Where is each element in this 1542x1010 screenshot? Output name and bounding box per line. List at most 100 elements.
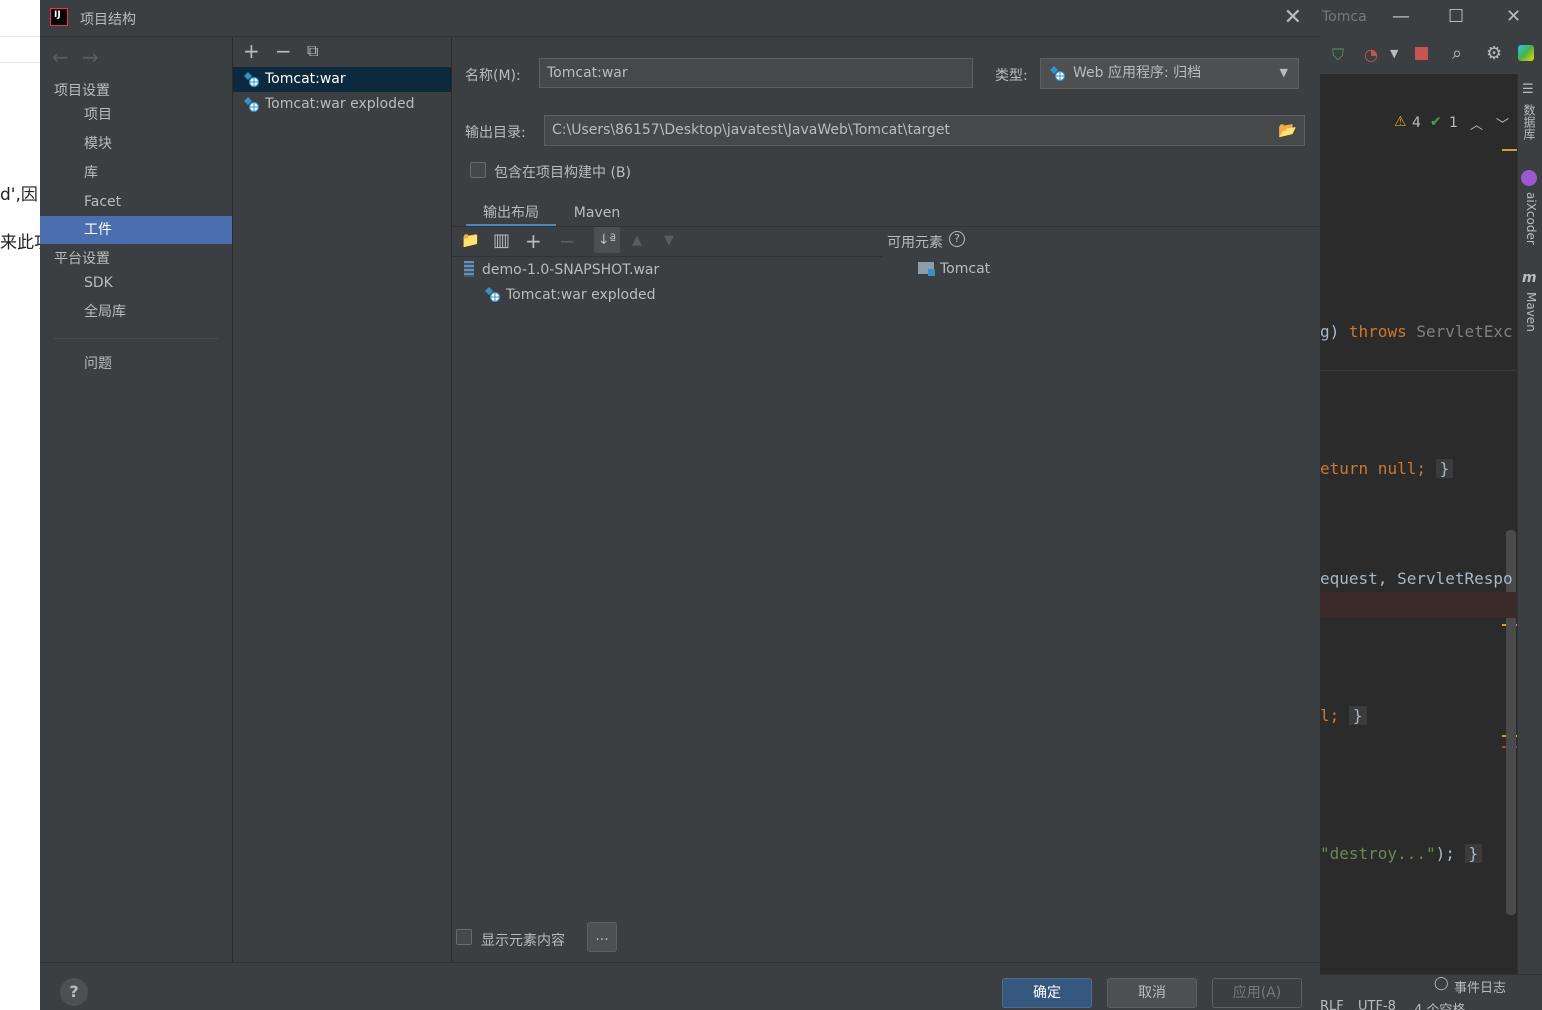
error-stripe-mark[interactable] [1502, 149, 1518, 151]
help-icon[interactable]: ? [949, 231, 965, 247]
layout-toolbar-divider [452, 256, 882, 257]
nav-item-global-libraries[interactable]: 全局库 [40, 298, 232, 326]
chevron-down-icon: ▼ [1279, 66, 1288, 79]
move-down-icon[interactable]: ▼ [664, 233, 674, 248]
line-separator[interactable]: RLF [1320, 999, 1344, 1010]
forward-arrow-icon[interactable]: → [82, 45, 99, 69]
web-archive-icon [1050, 66, 1065, 81]
stop-icon[interactable] [1415, 47, 1428, 60]
chevron-down-icon[interactable]: ▼ [1390, 47, 1398, 60]
layout-root-item[interactable]: demo-1.0-SNAPSHOT.war [464, 261, 659, 278]
tool-window-aixcoder[interactable]: aiXcoder [1522, 192, 1538, 245]
indent-setting[interactable]: 4 个空格 [1414, 999, 1465, 1010]
code-line: equest, ServletRespo [1320, 569, 1513, 588]
code-line: l; } [1320, 706, 1367, 725]
dialog-titlebar: IJ 项目结构 ✕ [40, 0, 1320, 37]
available-item-label: Tomcat [940, 261, 991, 277]
gear-icon[interactable]: ⚙ [1486, 43, 1502, 64]
code-line: eturn null; } [1320, 459, 1454, 478]
aixcoder-icon[interactable] [1521, 170, 1537, 186]
nav-item-facets[interactable]: Facet [40, 188, 232, 216]
dialog-title: 项目结构 [80, 12, 136, 28]
tab-output-layout[interactable]: 输出布局 [466, 201, 556, 227]
close-icon[interactable]: ✕ [1506, 6, 1521, 27]
chevron-up-icon[interactable]: ︿ [1470, 114, 1483, 133]
divider [0, 62, 40, 63]
more-options-button[interactable]: ... [587, 922, 617, 952]
new-directory-icon[interactable]: 📁 [461, 231, 480, 249]
available-elements-label: 可用元素 [887, 235, 943, 251]
background-text-line: 来此功 [0, 233, 40, 253]
type-select-value: Web 应用程序: 归档 [1073, 65, 1202, 81]
nav-item-modules[interactable]: 模块 [40, 130, 232, 158]
plugin-icon[interactable] [1518, 45, 1534, 61]
layout-child-item[interactable]: Tomcat:war exploded [484, 286, 655, 303]
tool-window-strip: ☰ 数据库 aiXcoder m Maven [1517, 74, 1542, 974]
dialog-footer-divider [40, 962, 1320, 963]
file-encoding[interactable]: UTF-8 [1358, 999, 1396, 1010]
add-copy-of-icon[interactable]: + [525, 229, 542, 253]
close-icon[interactable]: ✕ [1284, 5, 1302, 30]
nav-divider [54, 338, 218, 339]
tool-window-database[interactable]: 数据库 [1522, 104, 1538, 140]
available-item-tomcat[interactable]: Tomcat [918, 261, 990, 277]
ide-window: Tomca — ☐ ✕ ⛉ ◔ ▼ ⌕ ⚙ ⚠ 4 ✔ 1 ︿ ﹀ g) thr… [1320, 0, 1542, 1010]
type-label: 类型: [995, 68, 1028, 84]
name-label: 名称(M): [465, 68, 521, 84]
ide-toolbar: ⛉ ◔ ▼ ⌕ ⚙ [1320, 36, 1542, 75]
nav-item-problems[interactable]: 问题 [40, 350, 232, 378]
copy-icon[interactable]: ⧉ [307, 41, 318, 61]
nav-item-project[interactable]: 项目 [40, 101, 232, 129]
warning-icon[interactable]: ⚠ [1394, 114, 1407, 130]
maximize-icon[interactable]: ☐ [1448, 6, 1464, 27]
include-in-build-checkbox[interactable] [470, 162, 486, 178]
help-button[interactable]: ? [60, 978, 88, 1006]
output-dir-value: C:\Users\86157\Desktop\javatest\JavaWeb\… [552, 122, 951, 138]
chevron-down-icon[interactable]: ﹀ [1496, 114, 1509, 133]
folder-open-icon[interactable]: 📂 [1278, 116, 1297, 144]
ok-button[interactable]: 确定 [1002, 978, 1092, 1008]
project-structure-dialog: IJ 项目结构 ✕ ← → 项目设置 项目 模块 库 Facet 工件 平台设置… [40, 0, 1320, 1010]
weak-warning-icon[interactable]: ✔ [1430, 114, 1442, 130]
show-content-label: 显示元素内容 [481, 933, 565, 949]
artifact-item-tomcat-war-exploded[interactable]: Tomcat:war exploded [233, 92, 451, 117]
module-folder-icon [918, 262, 935, 276]
search-icon[interactable]: ⌕ [1452, 43, 1462, 64]
archive-icon[interactable]: ▥ [493, 230, 510, 251]
apply-button[interactable]: 应用(A) [1212, 978, 1302, 1008]
ide-titlebar: Tomca — ☐ ✕ [1320, 0, 1542, 36]
remove-icon[interactable]: − [559, 229, 576, 253]
show-content-checkbox[interactable] [456, 929, 472, 945]
type-select[interactable]: Web 应用程序: 归档 ▼ [1040, 58, 1299, 89]
remove-icon[interactable]: − [275, 39, 292, 63]
nav-item-artifacts[interactable]: 工件 [40, 216, 232, 244]
artifact-item-tomcat-war[interactable]: Tomcat:war [233, 67, 451, 92]
artifact-item-label: Tomcat:war exploded [265, 96, 415, 112]
move-up-icon[interactable]: ▲ [632, 233, 642, 248]
profile-icon[interactable]: ◔ [1364, 45, 1378, 64]
nav-item-sdk[interactable]: SDK [40, 269, 232, 297]
coverage-icon[interactable]: ⛉ [1332, 45, 1344, 65]
background-document: d',因 来此功 [0, 0, 40, 1010]
nav-item-libraries[interactable]: 库 [40, 159, 232, 187]
back-arrow-icon[interactable]: ← [52, 45, 69, 69]
event-log-button[interactable]: 事件日志 [1454, 977, 1506, 996]
minimize-icon[interactable]: — [1392, 6, 1410, 27]
artifact-list-panel: + − ⧉ Tomcat:war Tomcat:war exploded [233, 37, 452, 962]
tool-window-maven[interactable]: Maven [1522, 292, 1538, 332]
ide-title: Tomca [1322, 9, 1367, 25]
maven-icon[interactable]: m [1522, 270, 1537, 286]
nav-section-platform-settings: 平台设置 [54, 251, 110, 267]
name-field[interactable]: Tomcat:war [539, 58, 973, 88]
tab-maven[interactable]: Maven [562, 201, 632, 227]
database-icon[interactable]: ☰ [1522, 82, 1534, 97]
add-icon[interactable]: + [243, 39, 260, 63]
cancel-button[interactable]: 取消 [1107, 978, 1197, 1008]
layout-child-label: Tomcat:war exploded [506, 287, 656, 303]
output-dir-field[interactable]: C:\Users\86157\Desktop\javatest\JavaWeb\… [544, 115, 1305, 146]
web-archive-icon [485, 287, 501, 303]
nav-section-project-settings: 项目设置 [54, 83, 110, 99]
divider [0, 36, 40, 37]
event-log-icon[interactable]: ◯ [1434, 976, 1449, 991]
sort-elements-icon[interactable]: ↓ª [594, 227, 620, 253]
